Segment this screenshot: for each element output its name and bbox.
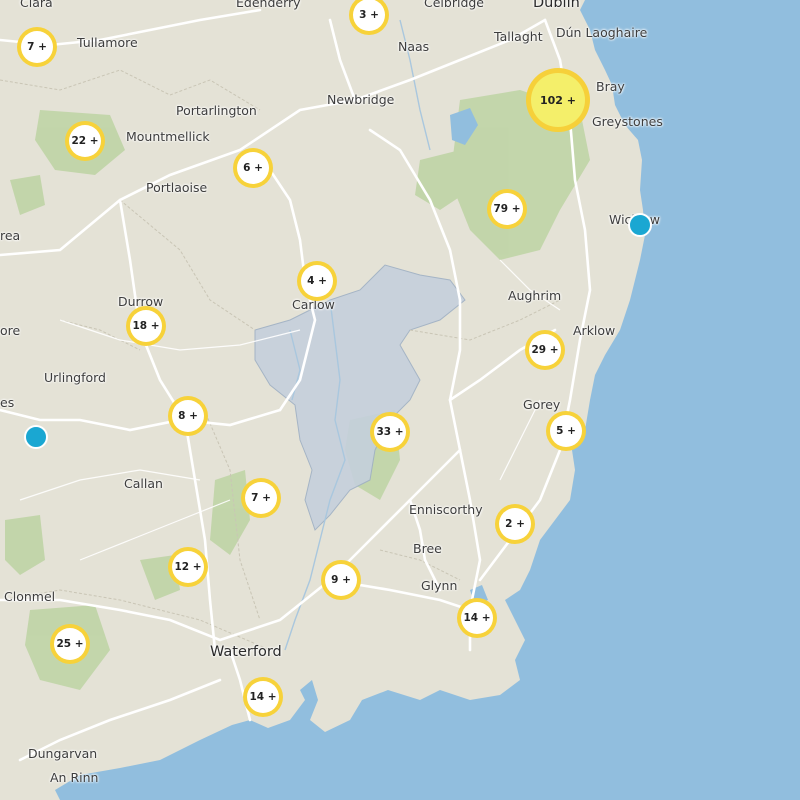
cluster-marker[interactable]: 14 + xyxy=(243,677,283,717)
place-label-bray: Bray xyxy=(596,79,625,94)
cluster-marker[interactable]: 79 + xyxy=(487,189,527,229)
cluster-count: 14 + xyxy=(247,681,279,713)
cluster-marker[interactable]: 9 + xyxy=(321,560,361,600)
place-label-dun-laoghaire: Dún Laoghaire xyxy=(556,25,648,40)
place-label-greystones: Greystones xyxy=(592,114,663,129)
place-label-urlingford: Urlingford xyxy=(44,370,106,385)
cluster-marker[interactable]: 29 + xyxy=(525,330,565,370)
cluster-marker-large[interactable]: 102 + xyxy=(526,68,590,132)
cluster-marker[interactable]: 7 + xyxy=(241,478,281,518)
map-basemap[interactable] xyxy=(0,0,800,800)
cluster-marker[interactable]: 4 + xyxy=(297,261,337,301)
cluster-marker[interactable]: 5 + xyxy=(546,411,586,451)
cluster-count: 29 + xyxy=(529,334,561,366)
cluster-count: 7 + xyxy=(21,31,53,63)
place-label-mountmellick: Mountmellick xyxy=(126,129,210,144)
cluster-count: 7 + xyxy=(245,482,277,514)
cluster-count: 25 + xyxy=(54,628,86,660)
place-label-dungarvan: Dungarvan xyxy=(28,746,98,761)
cluster-marker[interactable]: 7 + xyxy=(17,27,57,67)
place-label-dublin: Dublin xyxy=(533,0,580,11)
cluster-count: 33 + xyxy=(374,416,406,448)
cluster-marker[interactable]: 8 + xyxy=(168,396,208,436)
place-label-clonmel: Clonmel xyxy=(4,589,56,604)
place-label-gorey: Gorey xyxy=(523,397,561,412)
cluster-marker[interactable]: 25 + xyxy=(50,624,90,664)
cluster-count: 12 + xyxy=(172,551,204,583)
cluster-marker[interactable]: 18 + xyxy=(126,306,166,346)
cluster-count: 102 + xyxy=(531,73,585,127)
cluster-count: 9 + xyxy=(325,564,357,596)
place-label-an-rinn: An Rinn xyxy=(50,770,99,785)
cluster-marker[interactable]: 6 + xyxy=(233,148,273,188)
place-label-enniscorthy: Enniscorthy xyxy=(409,502,483,517)
cluster-count: 18 + xyxy=(130,310,162,342)
map-marker-point[interactable] xyxy=(24,425,48,449)
cluster-marker[interactable]: 33 + xyxy=(370,412,410,452)
place-label-clara: Clara xyxy=(20,0,53,10)
cluster-count: 2 + xyxy=(499,508,531,540)
place-label-glynn: Glynn xyxy=(421,578,458,593)
place-label-waterford: Waterford xyxy=(210,644,282,660)
place-label-callan: Callan xyxy=(124,476,163,491)
cluster-count: 4 + xyxy=(301,265,333,297)
cluster-marker[interactable]: 2 + xyxy=(495,504,535,544)
place-label-portlaoise: Portlaoise xyxy=(146,180,208,195)
place-label-newbridge: Newbridge xyxy=(327,92,395,107)
cluster-count: 6 + xyxy=(237,152,269,184)
place-label-es: es xyxy=(0,395,15,410)
place-label-edenderry: Edenderry xyxy=(236,0,301,10)
place-label-portarlington: Portarlington xyxy=(176,103,257,118)
place-label-bree: Bree xyxy=(413,541,442,556)
map-view[interactable]: Clara Edenderry Celbridge Dublin Tullamo… xyxy=(0,0,800,800)
cluster-count: 8 + xyxy=(172,400,204,432)
place-label-celbridge: Celbridge xyxy=(424,0,484,10)
cluster-count: 14 + xyxy=(461,602,493,634)
cluster-count: 3 + xyxy=(353,0,385,31)
map-marker-point[interactable] xyxy=(628,213,652,237)
place-label-aughrim: Aughrim xyxy=(508,288,562,303)
cluster-marker[interactable]: 14 + xyxy=(457,598,497,638)
cluster-count: 79 + xyxy=(491,193,523,225)
place-label-arklow: Arklow xyxy=(573,323,616,338)
place-label-naas: Naas xyxy=(398,39,430,54)
place-label-tallaght: Tallaght xyxy=(494,29,543,44)
place-label-ore: ore xyxy=(0,323,21,338)
cluster-count: 5 + xyxy=(550,415,582,447)
cluster-marker[interactable]: 12 + xyxy=(168,547,208,587)
cluster-count: 22 + xyxy=(69,125,101,157)
cluster-marker[interactable]: 22 + xyxy=(65,121,105,161)
place-label-tullamore: Tullamore xyxy=(77,35,138,50)
place-label-rea: rea xyxy=(0,228,21,243)
